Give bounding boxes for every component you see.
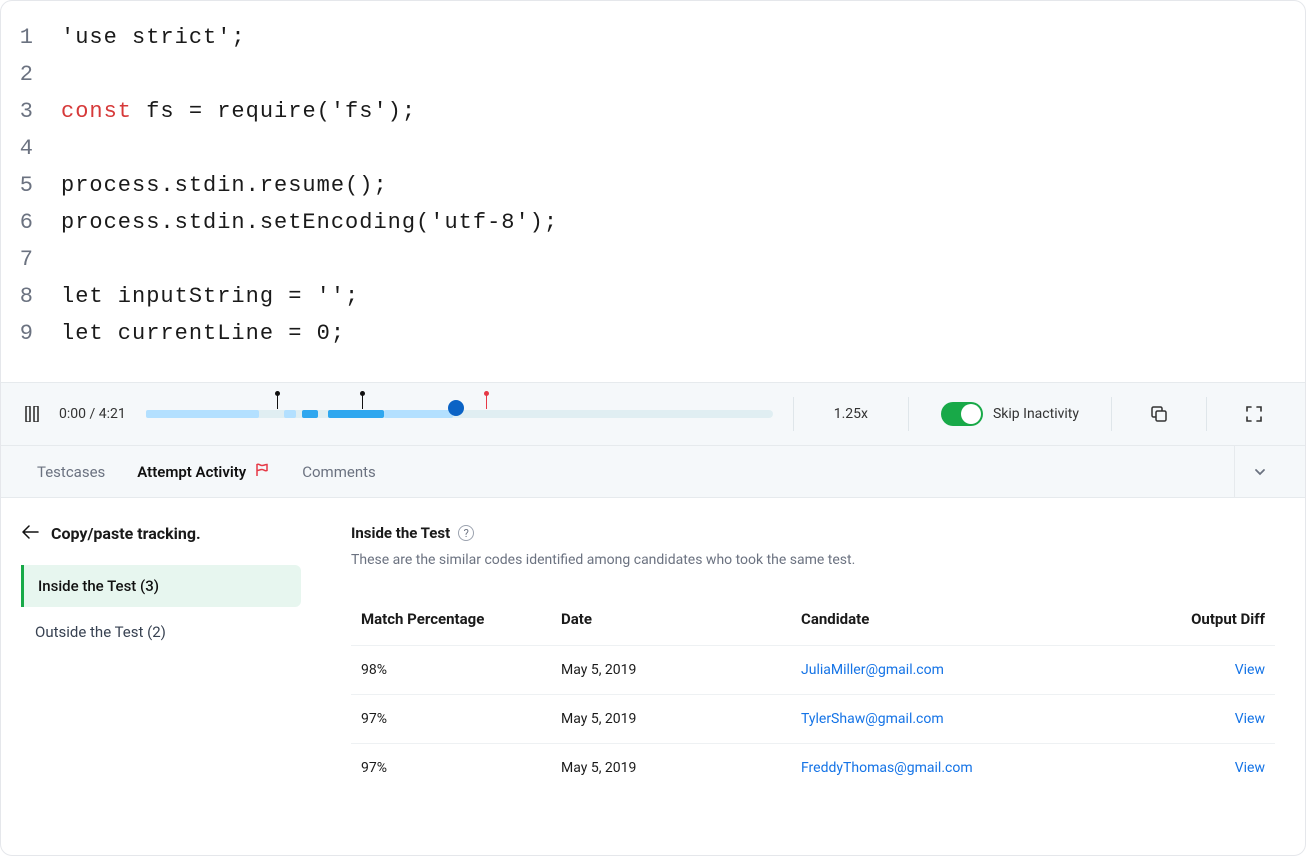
cell-match: 97% (361, 760, 561, 776)
candidate-link[interactable]: TylerShaw@gmail.com (801, 711, 1165, 727)
candidate-link[interactable]: JuliaMiller@gmail.com (801, 662, 1165, 678)
line-number: 1 (1, 19, 61, 56)
panel-title: Copy/paste tracking. (51, 524, 201, 543)
view-diff-link[interactable]: View (1165, 760, 1265, 776)
candidate-link[interactable]: FreddyThomas@gmail.com (801, 760, 1165, 776)
playback-time: 0:00 / 4:21 (59, 406, 126, 422)
divider (908, 397, 909, 431)
tab-testcases[interactable]: Testcases (21, 463, 121, 481)
code-text: process.stdin.setEncoding('utf-8'); (61, 204, 558, 241)
playback-track[interactable] (146, 404, 773, 424)
table-row: 97% May 5, 2019 TylerShaw@gmail.com View (351, 694, 1275, 743)
tab-attempt-activity[interactable]: Attempt Activity (121, 462, 286, 482)
line-number: 5 (1, 167, 61, 204)
back-arrow-icon[interactable] (21, 524, 39, 543)
help-icon[interactable]: ? (458, 525, 474, 541)
code-text: let inputString = ''; (61, 278, 359, 315)
section-description: These are the similar codes identified a… (351, 552, 1275, 568)
cell-date: May 5, 2019 (561, 711, 801, 727)
line-number: 9 (1, 315, 61, 352)
code-text: process.stdin.resume(); (61, 167, 388, 204)
sidebar-item-inside-test[interactable]: Inside the Test (3) (21, 565, 301, 607)
view-diff-link[interactable]: View (1165, 711, 1265, 727)
skip-inactivity-label: Skip Inactivity (993, 406, 1079, 422)
col-header-candidate: Candidate (801, 610, 1165, 628)
main-panel: Inside the Test ? These are the similar … (321, 498, 1305, 855)
col-header-date: Date (561, 610, 801, 628)
fullscreen-icon[interactable] (1227, 405, 1281, 423)
code-text: const fs = require('fs'); (61, 93, 416, 130)
line-number: 7 (1, 241, 61, 278)
pause-icon[interactable] (25, 406, 39, 422)
flag-icon (254, 462, 270, 482)
copy-icon[interactable] (1132, 405, 1186, 423)
playback-knob[interactable] (448, 400, 464, 416)
line-number: 4 (1, 130, 61, 167)
playback-bar: 0:00 / 4:21 1.25x Skip Inactivity (1, 382, 1305, 446)
section-title: Inside the Test (351, 524, 450, 542)
cell-match: 97% (361, 711, 561, 727)
col-header-diff: Output Diff (1165, 610, 1265, 628)
collapse-panel-button[interactable] (1234, 446, 1285, 497)
line-number: 8 (1, 278, 61, 315)
timeline-marker-flag (486, 395, 487, 409)
matches-table: Match Percentage Date Candidate Output D… (351, 594, 1275, 792)
line-number: 3 (1, 93, 61, 130)
view-diff-link[interactable]: View (1165, 662, 1265, 678)
code-text: 'use strict'; (61, 19, 246, 56)
line-number: 6 (1, 204, 61, 241)
tabs-bar: Testcases Attempt Activity Comments (1, 446, 1305, 498)
side-panel: Copy/paste tracking. Inside the Test (3)… (1, 498, 321, 855)
sidebar-item-outside-test[interactable]: Outside the Test (2) (21, 611, 301, 653)
code-editor: 1'use strict'; 2 3const fs = require('fs… (1, 1, 1305, 382)
table-row: 97% May 5, 2019 FreddyThomas@gmail.com V… (351, 743, 1275, 792)
playback-speed[interactable]: 1.25x (814, 406, 888, 422)
tab-comments[interactable]: Comments (286, 463, 392, 481)
timeline-marker (277, 395, 278, 409)
cell-match: 98% (361, 662, 561, 678)
divider (1111, 397, 1112, 431)
cell-date: May 5, 2019 (561, 760, 801, 776)
col-header-match: Match Percentage (361, 610, 561, 628)
timeline-marker (362, 395, 363, 409)
line-number: 2 (1, 56, 61, 93)
cell-date: May 5, 2019 (561, 662, 801, 678)
skip-inactivity-toggle[interactable] (941, 402, 983, 426)
divider (793, 397, 794, 431)
table-row: 98% May 5, 2019 JuliaMiller@gmail.com Vi… (351, 645, 1275, 694)
code-text: let currentLine = 0; (61, 315, 345, 352)
divider (1206, 397, 1207, 431)
